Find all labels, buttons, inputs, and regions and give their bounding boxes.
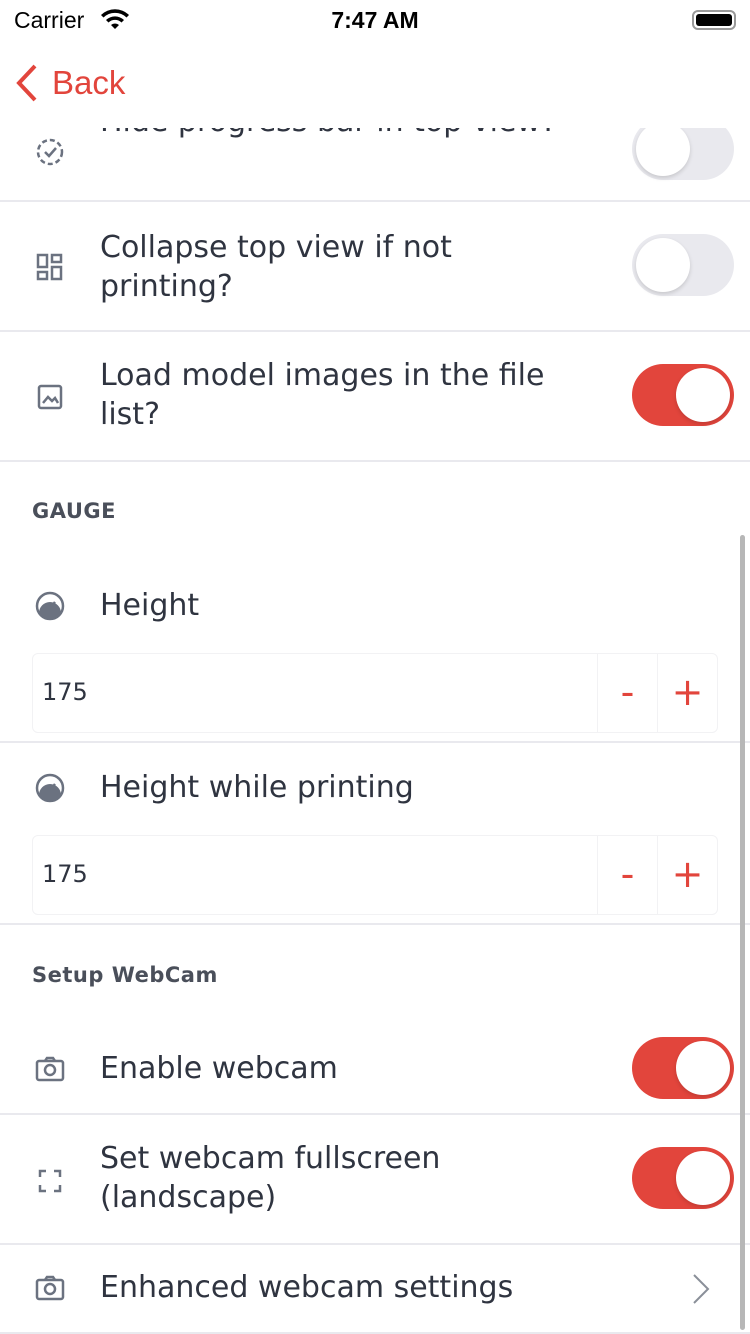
gauge-height-label: Height: [100, 588, 200, 623]
fullscreen-icon: [34, 1165, 66, 1197]
setting-label: Collapse top view if not printing?: [100, 230, 452, 304]
nav-bar: Back: [0, 40, 750, 128]
enable-webcam-toggle[interactable]: [632, 1037, 734, 1099]
webcam-fullscreen-toggle[interactable]: [632, 1147, 734, 1209]
decrement-button[interactable]: -: [597, 836, 657, 914]
collapse-top-view-toggle[interactable]: [632, 234, 734, 296]
status-bar: Carrier 7:47 AM: [0, 0, 750, 40]
load-model-images-toggle[interactable]: [632, 364, 734, 426]
image-icon: [34, 381, 66, 413]
divider: [0, 923, 750, 925]
setting-enhanced-webcam[interactable]: Enhanced webcam settings: [0, 1245, 750, 1334]
divider: [0, 741, 750, 743]
gauge-height-printing-stepper: 175 - +: [32, 835, 718, 915]
gauge-height-stepper: 175 - +: [32, 653, 718, 733]
setting-label: Load model images in the file list?: [100, 358, 545, 432]
gauge-height-printing-value[interactable]: 175: [42, 860, 88, 888]
clock: 7:47 AM: [331, 7, 419, 33]
setting-enable-webcam: Enable webcam: [0, 1022, 750, 1115]
check-circle-dashed-icon: [34, 136, 66, 168]
gauge-height-printing-label: Height while printing: [100, 770, 414, 805]
setting-load-model-images: Load model images in the file list?: [0, 332, 750, 462]
chevron-left-icon: [16, 64, 37, 102]
battery-icon: [692, 10, 736, 30]
gauge-icon: [34, 590, 66, 622]
section-header-webcam: Setup WebCam: [32, 963, 218, 987]
decrement-button[interactable]: -: [597, 654, 657, 732]
gauge-icon: [34, 772, 66, 804]
setting-label: Enhanced webcam settings: [100, 1270, 514, 1305]
camera-icon: [34, 1053, 66, 1085]
dashboard-grid-icon: [34, 251, 66, 283]
setting-collapse-top-view: Collapse top view if not printing?: [0, 202, 750, 332]
back-label: Back: [52, 64, 126, 101]
setting-webcam-fullscreen: Set webcam fullscreen (landscape): [0, 1115, 750, 1245]
section-header-gauge: GAUGE: [32, 499, 116, 523]
gauge-height-value[interactable]: 175: [42, 678, 88, 706]
camera-icon: [34, 1272, 66, 1304]
chevron-right-icon: [693, 1274, 710, 1304]
setting-label: Enable webcam: [100, 1051, 338, 1086]
setting-label: Set webcam fullscreen (landscape): [100, 1141, 441, 1215]
increment-button[interactable]: +: [657, 836, 717, 914]
scrollbar[interactable]: [740, 535, 745, 1330]
back-button[interactable]: Back: [16, 64, 125, 102]
increment-button[interactable]: +: [657, 654, 717, 732]
